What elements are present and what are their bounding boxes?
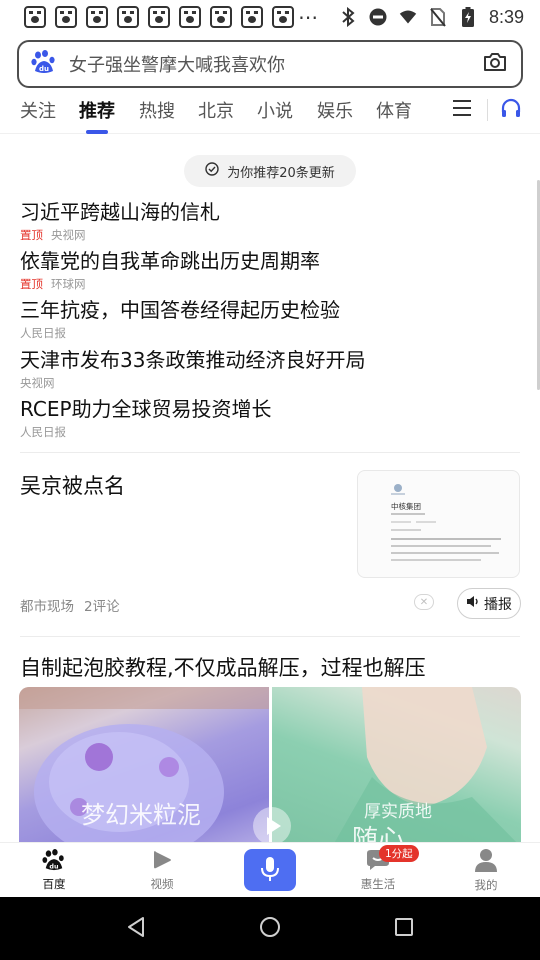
bluetooth-icon xyxy=(339,7,357,27)
notification-icons xyxy=(24,6,294,28)
article-title[interactable]: 吴京被点名 xyxy=(20,470,125,500)
status-time: 8:39 xyxy=(488,6,524,27)
voice-search-button[interactable] xyxy=(244,849,296,891)
nav-label: 视频 xyxy=(150,876,174,891)
baidu-notification-icon xyxy=(55,6,77,28)
nav-me[interactable]: 我的 xyxy=(432,843,540,897)
nav-label: 惠生活 xyxy=(360,876,396,891)
nav-label: 我的 xyxy=(474,877,498,892)
nav-life[interactable]: 惠生活 1分起 xyxy=(324,843,432,897)
video-thumbnail-left[interactable]: 梦幻米粒泥 xyxy=(19,687,269,847)
back-icon[interactable] xyxy=(126,916,146,942)
baidu-notification-icon xyxy=(86,6,108,28)
headline-title[interactable]: 习近平跨越山海的信札 xyxy=(20,200,520,224)
search-input[interactable]: 女子强坐警摩大喊我喜欢你 xyxy=(69,51,483,77)
headline-item[interactable]: 天津市发布33条政策推动经济良好开局 央视网 xyxy=(20,348,520,391)
refresh-notice[interactable]: 为你推荐20条更新 xyxy=(184,155,356,187)
headline-source: 央视网 xyxy=(51,228,86,242)
video-thumbnail-right[interactable]: 厚实质地 随心 xyxy=(272,687,521,847)
headline-source: 人民日报 xyxy=(20,326,66,340)
article-meta: 都市现场 2评论 xyxy=(20,595,120,615)
headline-title[interactable]: RCEP助力全球贸易投资增长 xyxy=(20,397,520,421)
video-play-icon[interactable] xyxy=(252,806,292,846)
no-sim-icon xyxy=(429,8,447,27)
overflow-dots-icon: ⋯ xyxy=(297,5,319,29)
tab-beijing[interactable]: 北京 xyxy=(198,92,234,132)
home-icon[interactable] xyxy=(259,916,281,942)
article-thumbnail[interactable]: 中核集团 xyxy=(357,470,520,578)
headphones-icon[interactable] xyxy=(500,98,522,122)
battery-charging-icon xyxy=(459,7,477,27)
channel-tabs: 关注 推荐 热搜 北京 小说 娱乐 体育 xyxy=(0,90,540,134)
baidu-notification-icon xyxy=(210,6,232,28)
tts-play-button[interactable]: 播报 xyxy=(457,588,521,619)
bottom-nav: du 百度 视频 惠生活 1分起 我的 xyxy=(0,842,540,897)
promo-badge: 1分起 xyxy=(379,845,419,862)
baidu-notification-icon xyxy=(24,6,46,28)
tab-novel[interactable]: 小说 xyxy=(257,92,293,132)
pinned-badge: 置顶 xyxy=(20,277,43,291)
baidu-paw-icon: du xyxy=(31,50,57,78)
system-navigation-bar xyxy=(0,897,540,960)
headline-item[interactable]: 依靠党的自我革命跳出历史周期率 置顶 环球网 xyxy=(20,249,520,292)
nav-label: 百度 xyxy=(42,876,66,891)
headline-source: 人民日报 xyxy=(20,425,66,439)
tab-hot-search[interactable]: 热搜 xyxy=(139,92,175,132)
baidu-paw-icon: du xyxy=(42,848,66,874)
tab-follow[interactable]: 关注 xyxy=(20,92,56,132)
play-label: 播报 xyxy=(484,596,512,613)
headline-item[interactable]: RCEP助力全球贸易投资增长 人民日报 xyxy=(20,397,520,440)
status-bar: ⋯ 8:39 xyxy=(0,0,540,34)
check-circle-icon xyxy=(205,162,219,180)
speaker-icon xyxy=(466,595,480,612)
search-box[interactable]: du 女子强坐警摩大喊我喜欢你 xyxy=(17,40,523,88)
article-source: 都市现场 xyxy=(20,599,74,615)
headline-title[interactable]: 三年抗疫，中国答卷经得起历史检验 xyxy=(20,298,520,322)
tab-divider xyxy=(487,99,488,121)
baidu-notification-icon xyxy=(148,6,170,28)
feed-divider xyxy=(20,452,520,453)
baidu-notification-icon xyxy=(241,6,263,28)
feed-divider xyxy=(20,636,520,637)
headline-source: 环球网 xyxy=(51,277,86,291)
headline-title[interactable]: 天津市发布33条政策推动经济良好开局 xyxy=(20,348,520,372)
headline-source: 央视网 xyxy=(20,376,55,390)
baidu-notification-icon xyxy=(117,6,139,28)
refresh-label: 为你推荐20条更新 xyxy=(227,165,335,181)
thumb-heading: 中核集团 xyxy=(391,501,421,511)
svg-text:du: du xyxy=(49,862,59,870)
headline-title[interactable]: 依靠党的自我革命跳出历史周期率 xyxy=(20,249,520,273)
camera-icon[interactable] xyxy=(483,51,507,77)
do-not-disturb-icon xyxy=(369,8,387,26)
headline-item[interactable]: 三年抗疫，中国答卷经得起历史检验 人民日报 xyxy=(20,298,520,341)
tab-entertainment[interactable]: 娱乐 xyxy=(317,92,353,132)
baidu-notification-icon xyxy=(272,6,294,28)
headline-item[interactable]: 习近平跨越山海的信札 置顶 央视网 xyxy=(20,200,520,243)
microphone-icon xyxy=(260,856,280,885)
baidu-notification-icon xyxy=(179,6,201,28)
nav-voice[interactable] xyxy=(216,843,324,897)
user-icon xyxy=(474,848,498,875)
nav-baidu[interactable]: du 百度 xyxy=(0,843,108,897)
video-play-icon xyxy=(151,849,173,874)
tab-recommend[interactable]: 推荐 xyxy=(79,92,115,132)
dismiss-icon[interactable]: ✕ xyxy=(414,594,434,610)
tab-sports[interactable]: 体育 xyxy=(376,92,412,132)
nav-video[interactable]: 视频 xyxy=(108,843,216,897)
video-card-title[interactable]: 自制起泡胶教程,不仅成品解压，过程也解压 xyxy=(20,652,426,682)
pinned-badge: 置顶 xyxy=(20,228,43,242)
svg-text:du: du xyxy=(39,65,49,73)
video-caption-left: 梦幻米粒泥 xyxy=(81,801,201,829)
article-comments[interactable]: 2评论 xyxy=(84,595,120,615)
wifi-icon xyxy=(399,8,417,26)
recents-icon[interactable] xyxy=(394,917,414,941)
menu-icon[interactable] xyxy=(453,99,473,121)
